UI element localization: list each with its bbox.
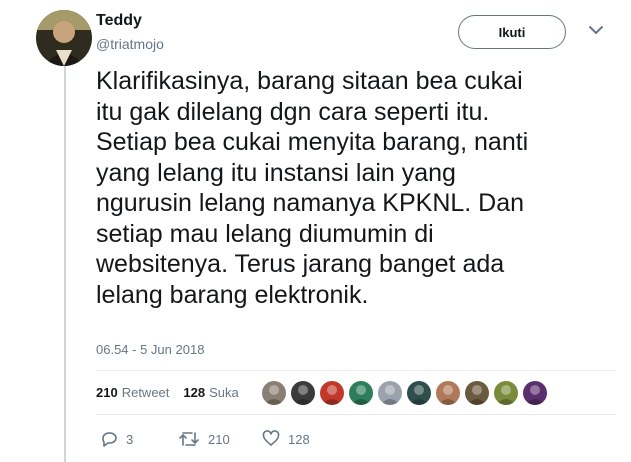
retweet-stat-count: 210 [96, 385, 118, 400]
like-count: 128 [288, 431, 310, 447]
stats-divider-top [96, 370, 616, 371]
tweet-line: setiap mau lelang diumumin di [96, 219, 434, 248]
tweet-line: Setiap bea cukai menyita barang, nanti [96, 128, 529, 156]
liker-avatar[interactable] [523, 381, 547, 405]
reply-icon [102, 432, 117, 447]
liker-avatar[interactable] [262, 381, 286, 405]
avatar[interactable] [36, 10, 92, 66]
tweet-line: yang lelang itu instansi lain yang [96, 158, 456, 187]
liker-avatar[interactable] [465, 381, 489, 405]
liker-avatar[interactable] [291, 381, 315, 405]
tweet-line: websitenya. Terus jarang banget ada [96, 250, 505, 278]
reply-button[interactable]: 3 [100, 430, 178, 448]
tweet-actions: 3 210 128 [100, 430, 310, 448]
retweet-stat[interactable]: 210 Retweet [96, 385, 169, 400]
thread-line [64, 62, 66, 462]
retweet-stat-label: Retweet [121, 385, 170, 400]
liker-avatar[interactable] [378, 381, 402, 405]
tweet-line: itu gak dilelang dgn cara seperti itu. [96, 97, 490, 126]
tweet-line: Klarifikasinya, barang sitaan bea cukai [96, 67, 523, 95]
liker-avatar[interactable] [494, 381, 518, 405]
liker-avatar[interactable] [407, 381, 431, 405]
tweet-line: lelang barang elektronik. [96, 280, 369, 309]
retweet-icon [179, 432, 199, 446]
liker-avatar[interactable] [436, 381, 460, 405]
tweet-line: ngurusin lelang namanya KPKNL. Dan [96, 189, 525, 217]
follow-button[interactable]: Ikuti [458, 15, 566, 49]
like-stat-label: Suka [209, 385, 239, 400]
heart-icon [262, 430, 280, 446]
display-name[interactable]: Teddy [96, 12, 142, 30]
retweet-button[interactable]: 210 [178, 430, 262, 448]
retweet-count: 210 [208, 431, 230, 447]
chevron-down-icon[interactable] [588, 24, 604, 36]
liker-avatars [262, 381, 552, 405]
like-stat-count: 128 [183, 385, 206, 400]
tweet-text: Klarifikasinya, barang sitaan bea cukai … [96, 66, 616, 310]
like-button[interactable]: 128 [262, 430, 310, 448]
tweet-stats: 210 Retweet 128 Suka [96, 385, 253, 400]
liker-avatar[interactable] [320, 381, 344, 405]
like-stat[interactable]: 128 Suka [183, 385, 238, 400]
tweet-timestamp[interactable]: 06.54 - 5 Jun 2018 [96, 342, 204, 357]
stats-divider-bottom [96, 414, 616, 415]
liker-avatar[interactable] [349, 381, 373, 405]
reply-count: 3 [126, 431, 134, 447]
user-handle[interactable]: @triatmojo [96, 36, 164, 52]
